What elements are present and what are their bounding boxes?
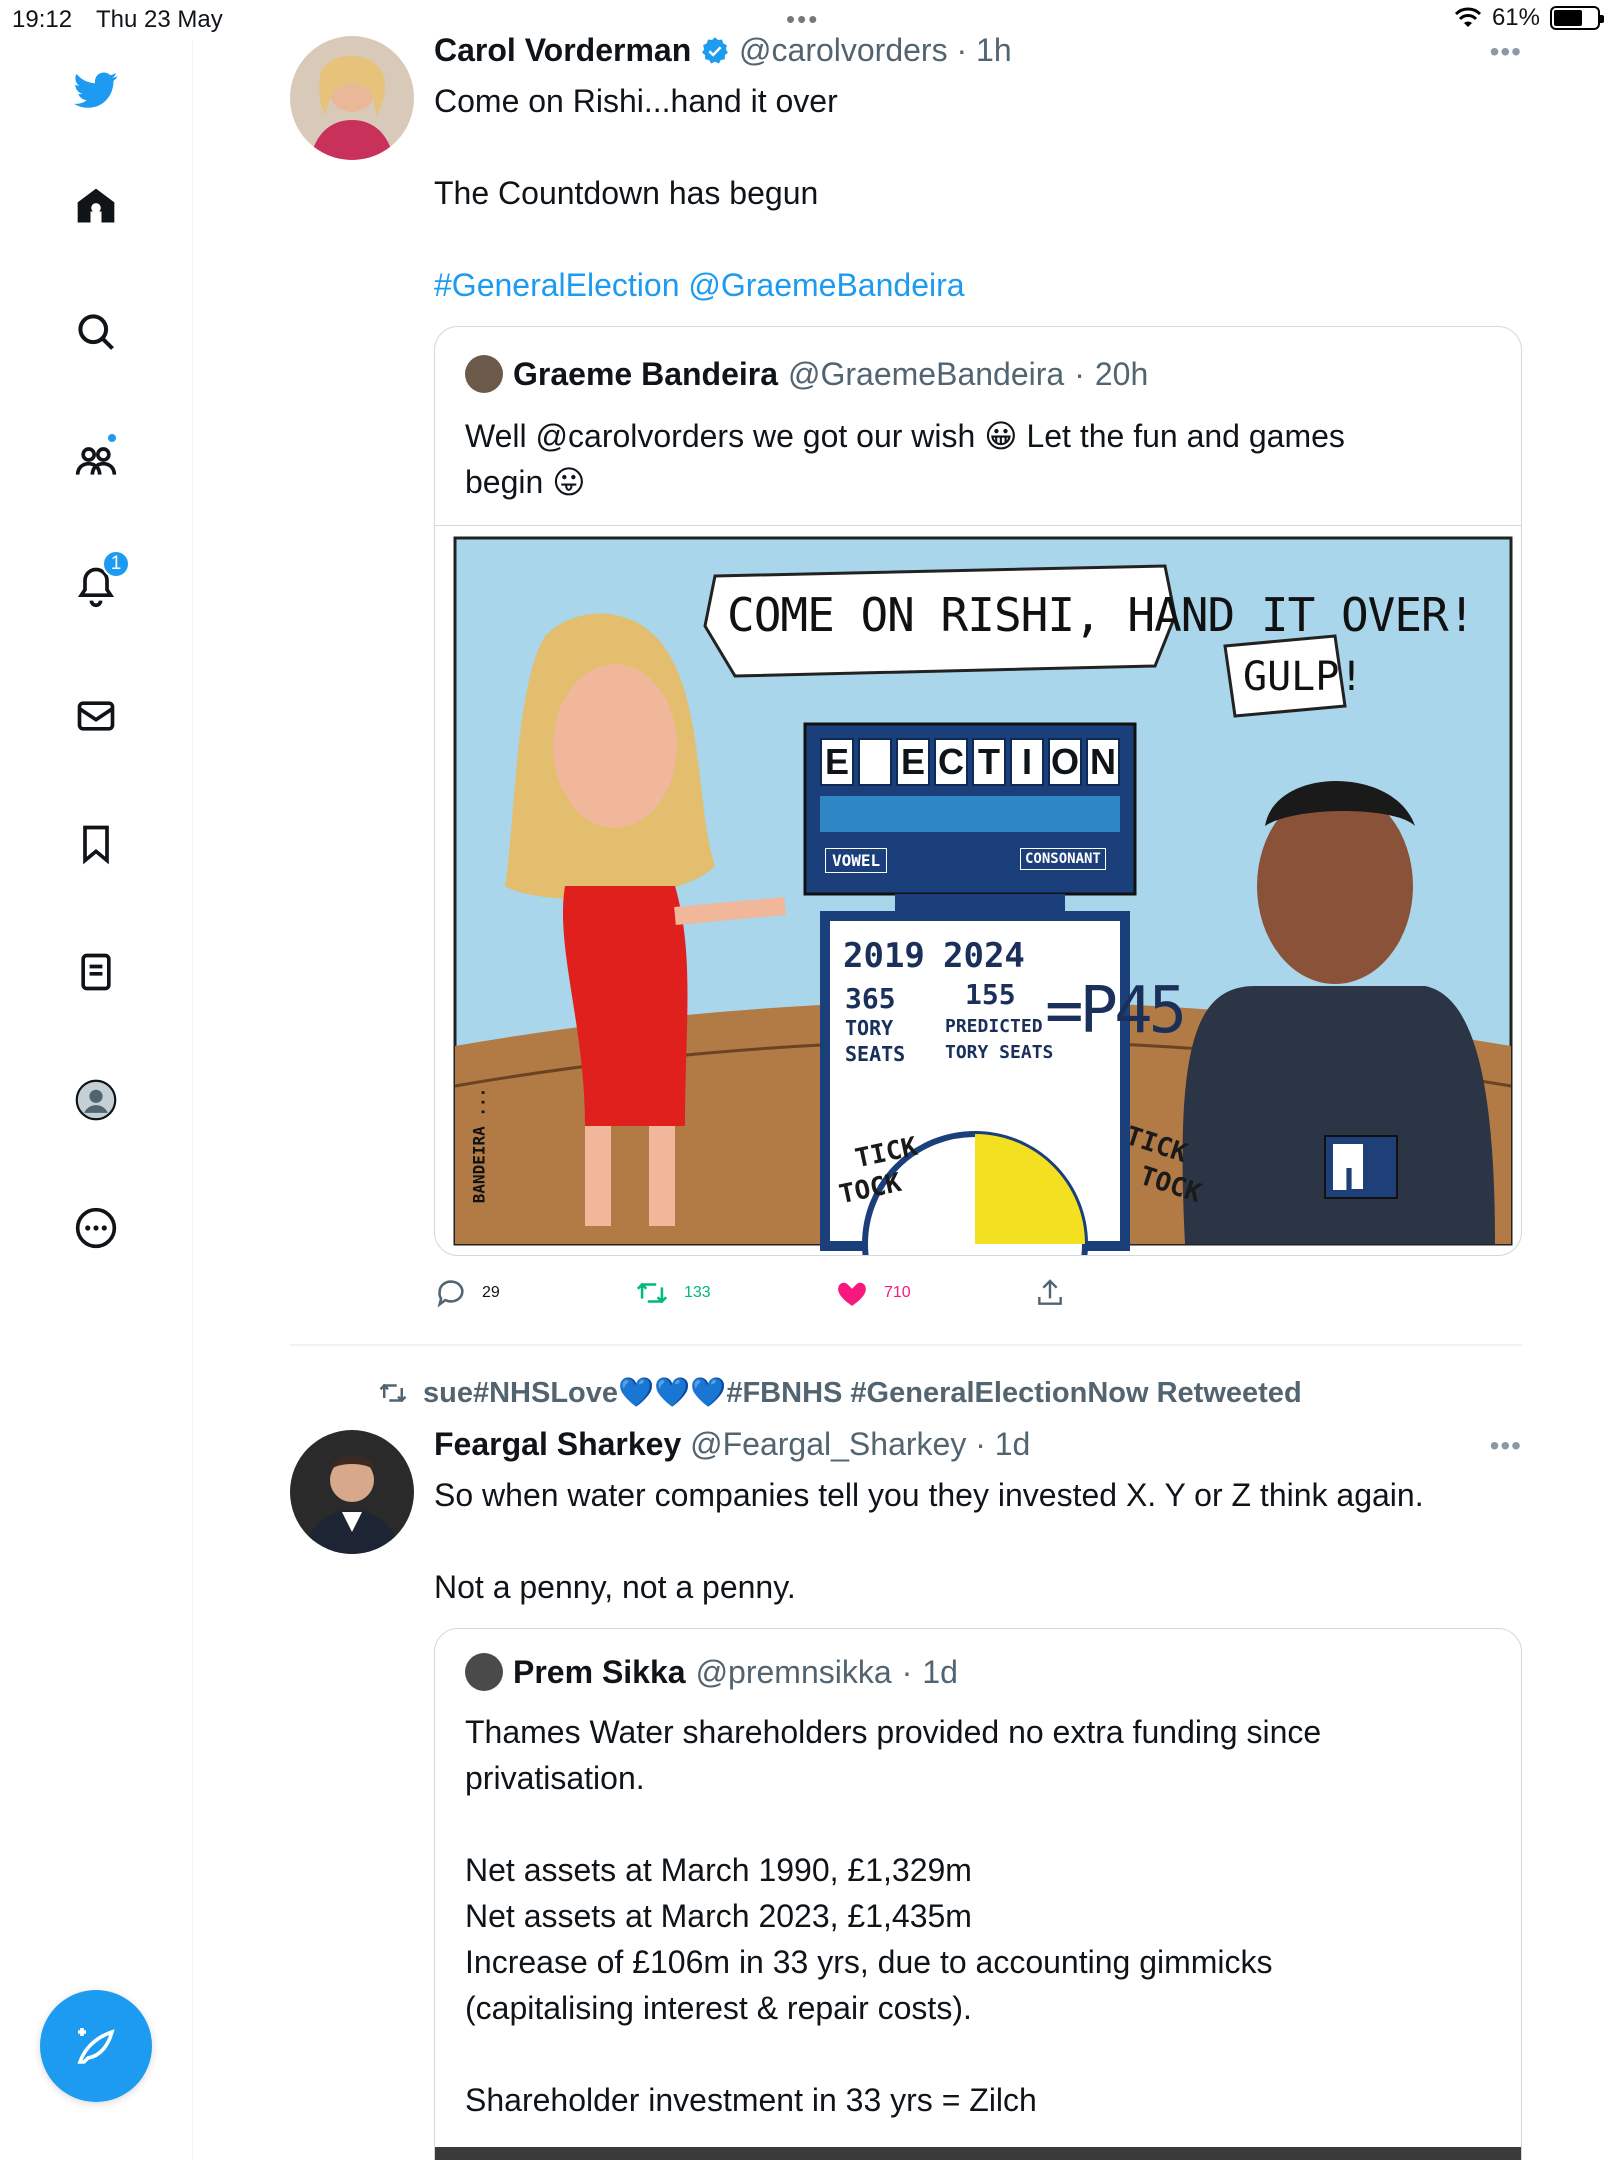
- hashtag-link[interactable]: #GeneralElection: [434, 267, 679, 303]
- avatar[interactable]: [290, 36, 414, 160]
- p45-result: =P45: [1045, 974, 1187, 1048]
- status-date: Thu 23 May: [96, 6, 223, 33]
- reply-button[interactable]: 29: [434, 1276, 500, 1310]
- author-name[interactable]: Feargal Sharkey: [434, 1426, 681, 1462]
- seats-2024: 155: [965, 978, 1016, 1011]
- search-icon[interactable]: [60, 296, 132, 368]
- mail-icon[interactable]: [60, 680, 132, 752]
- quote-text-line-7: Shareholder investment in 33 yrs = Zilch: [465, 2082, 1037, 2118]
- quote-text-line-6: (capitalising interest & repair costs).: [465, 1990, 972, 2026]
- board-letter: C: [934, 738, 968, 786]
- tweet-feargal-sharkey[interactable]: Feargal Sharkey @Feargal_Sharkey · 1d ••…: [290, 1426, 1522, 2160]
- status-time: 19:12: [12, 6, 73, 33]
- like-button[interactable]: 710: [834, 1276, 911, 1310]
- like-count: 710: [884, 1284, 911, 1301]
- seats-2019-label-1: TORY: [845, 1016, 894, 1040]
- tweet-line-1: Come on Rishi...hand it over: [434, 83, 838, 119]
- bell-icon[interactable]: 1: [60, 550, 132, 622]
- author-handle[interactable]: @Feargal_Sharkey: [690, 1426, 966, 1462]
- share-icon: [1038, 1279, 1062, 1305]
- tweet-time[interactable]: 1d: [995, 1426, 1031, 1462]
- retweet-count: 133: [684, 1284, 711, 1301]
- sidebar: 1: [0, 40, 193, 2160]
- reply-icon: [437, 1280, 464, 1308]
- retweet-icon: [379, 1383, 407, 1403]
- quoted-tweet[interactable]: Prem Sikka @premnsikka · 1d Thames Water…: [434, 1628, 1522, 2160]
- more-options-icon[interactable]: •••: [1490, 36, 1522, 68]
- more-options-icon[interactable]: •••: [1490, 1430, 1522, 1462]
- board-letter: E: [820, 738, 854, 786]
- seats-2019: 365: [845, 982, 896, 1015]
- board-letter: I: [1010, 738, 1044, 786]
- quote-author-handle: @premnsikka: [695, 1653, 892, 1690]
- cartoon-image[interactable]: COME ON RISHI, HAND IT OVER! GULP! E E C…: [435, 525, 1521, 1255]
- verified-badge-icon: [702, 37, 729, 64]
- author-name[interactable]: Carol Vorderman: [434, 32, 691, 68]
- year-2019: 2019: [843, 936, 925, 976]
- compose-tweet-button[interactable]: [40, 1990, 152, 2102]
- battery-percent: 61%: [1491, 4, 1540, 31]
- lists-icon[interactable]: [60, 936, 132, 1008]
- seats-2019-label-2: SEATS: [845, 1042, 906, 1066]
- retweeted-by-text: sue#NHSLove💙💙💙#FBNHS #GeneralElectionNow…: [423, 1377, 1302, 1409]
- quote-text-line-1: Thames Water shareholders provided no ex…: [465, 1714, 1322, 1750]
- quote-text-line-4: Net assets at March 2023, £1,435m: [465, 1898, 972, 1934]
- l-plate: L: [1344, 1160, 1366, 1201]
- gulp-text: GULP!: [1243, 654, 1364, 700]
- heart-icon: [838, 1282, 866, 1306]
- board-letter: T: [972, 738, 1006, 786]
- wifi-icon: [1454, 7, 1482, 27]
- quote-avatar: [465, 1653, 503, 1691]
- author-handle[interactable]: @carolvorders: [739, 32, 948, 68]
- quote-time: 20h: [1094, 355, 1149, 392]
- quote-avatar: [465, 355, 503, 393]
- bookmark-icon[interactable]: [60, 808, 132, 880]
- notifications-badge: 1: [102, 550, 130, 578]
- reply-count: 29: [482, 1284, 500, 1301]
- board-letter: O: [1048, 738, 1082, 786]
- board-letter: E: [896, 738, 930, 786]
- profile-icon[interactable]: [60, 1064, 132, 1136]
- speech-bubble-text: COME ON RISHI, HAND IT OVER!: [727, 588, 1475, 642]
- quote-text-line-2: begin 😛: [465, 464, 586, 500]
- board-letter: N: [1086, 738, 1120, 786]
- tweet-divider: [290, 1344, 1522, 1346]
- consonant-label: CONSONANT: [1020, 848, 1106, 870]
- quote-author-name: Prem Sikka: [513, 1653, 686, 1690]
- compose-feather-icon: [77, 2028, 115, 2064]
- tweet-line-2: The Countdown has begun: [434, 175, 819, 211]
- share-button[interactable]: [1034, 1276, 1066, 1310]
- board-letter: [858, 738, 892, 786]
- quote-text-line-2: privatisation.: [465, 1760, 645, 1796]
- retweet-icon: [636, 1282, 668, 1304]
- more-icon[interactable]: [60, 1192, 132, 1264]
- vowel-label: VOWEL: [825, 848, 888, 873]
- battery-icon: [1550, 6, 1604, 30]
- retweet-button[interactable]: 133: [634, 1276, 711, 1310]
- quote-author-handle: @GraemeBandeira: [788, 355, 1065, 392]
- seats-2024-label-1: PREDICTED: [945, 1016, 1043, 1037]
- quote-time: 1d: [922, 1653, 958, 1690]
- quote-text-line-3: Net assets at March 1990, £1,329m: [465, 1852, 972, 1888]
- quote-image[interactable]: [435, 2147, 1521, 2160]
- mention-link[interactable]: @GraemeBandeira: [688, 267, 964, 303]
- twitter-bird-icon[interactable]: [60, 54, 132, 126]
- year-2024: 2024: [943, 936, 1025, 976]
- tweet-line-1: So when water companies tell you they in…: [434, 1477, 1424, 1513]
- quote-author-name: Graeme Bandeira: [513, 355, 779, 392]
- quote-text-line-5: Increase of £106m in 33 yrs, due to acco…: [465, 1944, 1273, 1980]
- communities-badge-dot: [106, 432, 118, 444]
- election-letter-row: E E C T I O N: [820, 738, 1120, 786]
- avatar[interactable]: [290, 1430, 414, 1554]
- tweet-carol-vorderman[interactable]: Carol Vorderman @carolvorders · 1h ••• C…: [290, 32, 1522, 1336]
- tweet-line-2: Not a penny, not a penny.: [434, 1569, 796, 1605]
- quote-text-line-1: Well @carolvorders we got our wish 😀 Let…: [465, 418, 1345, 454]
- home-icon[interactable]: [60, 170, 132, 242]
- retweeted-by-label[interactable]: sue#NHSLove💙💙💙#FBNHS #GeneralElectionNow…: [375, 1376, 1302, 1410]
- communities-icon[interactable]: [60, 424, 132, 496]
- seats-2024-label-2: TORY SEATS: [945, 1042, 1054, 1063]
- tweet-time[interactable]: 1h: [976, 32, 1012, 68]
- artist-signature: BANDEIRA ...: [469, 1087, 489, 1204]
- quoted-tweet[interactable]: Graeme Bandeira @GraemeBandeira · 20h We…: [434, 326, 1522, 1256]
